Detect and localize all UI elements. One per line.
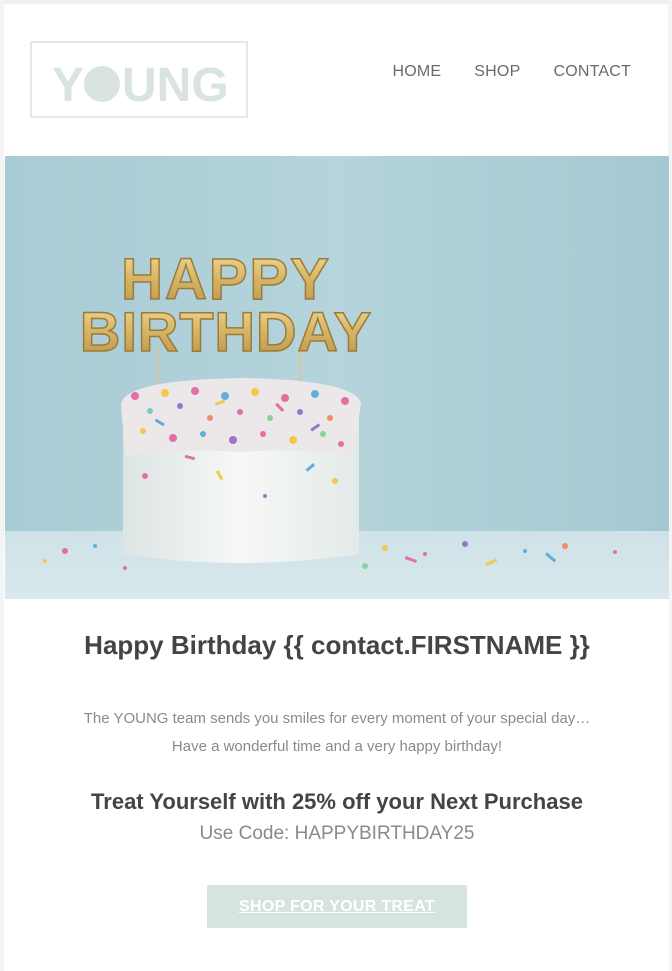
- hero-birthday-cake-image: HAPPY BIRTHDAY: [5, 156, 669, 599]
- top-nav: HOME SHOP CONTACT: [392, 63, 631, 81]
- birthday-message: The YOUNG team sends you smiles for ever…: [5, 705, 669, 761]
- message-line-1: The YOUNG team sends you smiles for ever…: [83, 710, 591, 727]
- happy-birthday-topper: HAPPY BIRTHDAY: [79, 246, 372, 364]
- svg-text:BIRTHDAY: BIRTHDAY: [80, 300, 372, 363]
- brand-logo[interactable]: Y UNG: [30, 41, 248, 118]
- birthday-headline: Happy Birthday {{ contact.FIRSTNAME }}: [84, 630, 590, 660]
- offer-title: Treat Yourself with 25% off your Next Pu…: [91, 789, 583, 814]
- email-content: Happy Birthday {{ contact.FIRSTNAME }} T…: [5, 599, 669, 971]
- shop-for-your-treat-button[interactable]: SHOP FOR YOUR TREAT: [207, 885, 467, 928]
- message-line-2: Have a wonderful time and a very happy b…: [171, 738, 503, 755]
- nav-contact-link[interactable]: CONTACT: [553, 63, 631, 81]
- logo-o-circle: [84, 66, 120, 102]
- svg-text:Y: Y: [52, 59, 84, 112]
- nav-home-link[interactable]: HOME: [392, 63, 441, 81]
- svg-text:UNG: UNG: [122, 59, 229, 112]
- discount-code: Use Code: HAPPYBIRTHDAY25: [199, 823, 475, 844]
- logo-wordmark: Y UNG: [52, 59, 229, 112]
- email-page: Y UNG HOME SHOP CONTACT HAPPY BIRTHDAY H…: [0, 0, 672, 971]
- frame-border-left: [0, 0, 4, 971]
- nav-shop-link[interactable]: SHOP: [474, 63, 520, 81]
- email-header: Y UNG HOME SHOP CONTACT: [5, 4, 668, 156]
